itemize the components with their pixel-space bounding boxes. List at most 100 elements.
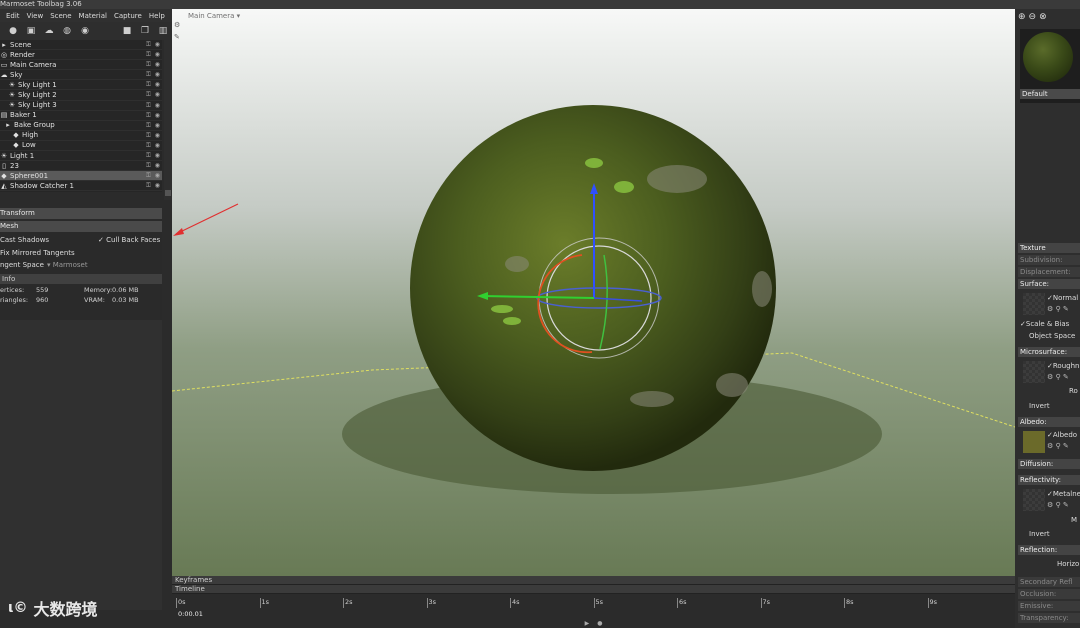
cast-shadows-checkbox[interactable]: Cast Shadows (0, 236, 49, 244)
eye-icon[interactable]: ◉ (155, 80, 160, 90)
lock-icon[interactable]: ⚿ (146, 90, 151, 100)
light-icon[interactable]: ● (4, 23, 22, 39)
normal-checkbox[interactable]: ✓Normal (1047, 294, 1080, 302)
metalness-checkbox[interactable]: ✓Metalne (1047, 490, 1080, 498)
scene-tree-item[interactable]: ☀ Sky Light 1 ⚿ ◉ (0, 80, 162, 91)
eye-icon[interactable]: ◉ (155, 70, 160, 80)
scene-tree-item[interactable]: ▸ Scene ⚿ ◉ (0, 40, 162, 51)
menu-view[interactable]: View (27, 12, 44, 20)
roughness-map-slot[interactable] (1023, 361, 1045, 383)
scene-tree-item[interactable]: ▯ 23 ⚿ ◉ (0, 161, 162, 172)
folder-icon[interactable]: ■ (118, 23, 136, 39)
outliner-scrollbar[interactable] (164, 40, 172, 200)
lock-icon[interactable]: ⚿ (146, 40, 151, 50)
play-icon[interactable]: ▶ (585, 620, 590, 627)
eye-icon[interactable]: ◉ (155, 141, 160, 151)
roughness-checkbox[interactable]: ✓Roughn (1047, 362, 1080, 370)
fix-mirrored-tangents-checkbox[interactable]: Fix Mirrored Tangents (0, 249, 75, 257)
scene-tree-item[interactable]: ◭ Shadow Catcher 1 ⚿ ◉ (0, 181, 162, 192)
pencil-icon[interactable]: ✎ (174, 33, 180, 41)
tangent-space-dropdown[interactable]: ▾ Marmoset (47, 261, 88, 269)
albedo-checkbox[interactable]: ✓Albedo (1047, 431, 1080, 439)
eye-icon[interactable]: ◉ (155, 40, 160, 50)
info-section[interactable]: Info (0, 273, 162, 284)
scene-tree-item[interactable]: ☁ Sky ⚿ ◉ (0, 70, 162, 81)
keyframes-header[interactable]: Keyframes (172, 576, 1015, 585)
eye-icon[interactable]: ◉ (155, 101, 160, 111)
normal-map-slot[interactable] (1023, 293, 1045, 315)
lock-icon[interactable]: ⚿ (146, 111, 151, 121)
lock-icon[interactable]: ⚿ (146, 121, 151, 131)
lock-icon[interactable]: ⚿ (146, 101, 151, 111)
add-material-icon[interactable]: ⊕ (1018, 12, 1026, 22)
scene-tree-item[interactable]: ☀ Light 1 ⚿ ◉ (0, 151, 162, 162)
scene-tree-item[interactable]: ▸ Bake Group ⚿ ◉ (0, 121, 162, 131)
mesh-section[interactable]: Mesh (0, 221, 162, 232)
eye-icon[interactable]: ◉ (155, 90, 160, 100)
transform-section[interactable]: Transform (0, 208, 162, 219)
reflection-dropdown[interactable]: Horizo (1057, 560, 1080, 568)
eye-icon[interactable]: ◉ (155, 131, 160, 141)
camera-selector[interactable]: Main Camera ▾ (188, 12, 240, 20)
timeline-header[interactable]: Timeline (172, 585, 1015, 594)
menu-scene[interactable]: Scene (50, 12, 71, 20)
menu-help[interactable]: Help (149, 12, 165, 20)
metalness-map-slot[interactable] (1023, 489, 1045, 511)
scale-bias-checkbox[interactable]: ✓Scale & Bias (1020, 320, 1080, 328)
occlusion-section[interactable]: Occlusion: (1018, 589, 1080, 599)
lock-icon[interactable]: ⚿ (146, 161, 151, 171)
lock-icon[interactable]: ⚿ (146, 70, 151, 80)
metalness-tools[interactable]: ⚙ ⚲ ✎ (1047, 501, 1080, 509)
material-preview[interactable]: Default (1020, 29, 1080, 103)
eye-icon[interactable]: ◉ (155, 111, 160, 121)
lock-icon[interactable]: ⚿ (146, 181, 151, 191)
scene-tree-item[interactable]: ◎ Render ⚿ ◉ (0, 50, 162, 61)
lock-icon[interactable]: ⚿ (146, 141, 151, 151)
copy-material-icon[interactable]: ⊖ (1029, 12, 1037, 22)
eye-icon[interactable]: ◉ (155, 161, 160, 171)
eye-icon[interactable]: ◉ (155, 181, 160, 191)
settings-icon[interactable]: ⚙ (174, 21, 180, 29)
scene-tree-item[interactable]: ▤ Baker 1 ⚿ ◉ (0, 111, 162, 121)
menu-material[interactable]: Material (79, 12, 107, 20)
lock-icon[interactable]: ⚿ (146, 80, 151, 90)
diffusion-section[interactable]: Diffusion: (1018, 459, 1080, 469)
scene-tree-item[interactable]: ☀ Sky Light 3 ⚿ ◉ (0, 101, 162, 111)
scene-tree-item[interactable]: ◆ High ⚿ ◉ (0, 131, 162, 141)
lock-icon[interactable]: ⚿ (146, 60, 151, 70)
surface-section[interactable]: Surface: (1018, 279, 1080, 289)
texture-section[interactable]: Texture (1018, 243, 1080, 253)
displacement-section[interactable]: Displacement: (1018, 267, 1080, 277)
invert-metalness-checkbox[interactable]: Invert (1029, 530, 1080, 538)
lock-icon[interactable]: ⚿ (146, 50, 151, 60)
invert-checkbox[interactable]: Invert (1029, 402, 1080, 410)
menu-edit[interactable]: Edit (6, 12, 20, 20)
menu-capture[interactable]: Capture (114, 12, 142, 20)
screen-icon[interactable]: ▣ (22, 23, 40, 39)
timeline-ruler[interactable]: 0s 1s 2s 3s 4s 5s 6s 7s 8s 9s (176, 598, 1011, 614)
lock-icon[interactable]: ⚿ (146, 171, 151, 181)
albedo-tools[interactable]: ⚙ ⚲ ✎ (1047, 442, 1080, 450)
texture-tools[interactable]: ⚙ ⚲ ✎ (1047, 305, 1080, 313)
sphere-icon[interactable]: ◉ (76, 23, 94, 39)
scene-tree-item[interactable]: ◆ Sphere001 ⚿ ◉ (0, 171, 162, 182)
eye-icon[interactable]: ◉ (155, 50, 160, 60)
eye-icon[interactable]: ◉ (155, 60, 160, 70)
microsurface-section[interactable]: Microsurface: (1018, 347, 1080, 357)
cull-back-faces-checkbox[interactable]: ✓ Cull Back Faces (98, 236, 160, 244)
eye-icon[interactable]: ◉ (155, 171, 160, 181)
lock-icon[interactable]: ⚿ (146, 151, 151, 161)
transparency-section[interactable]: Transparency: (1018, 613, 1080, 623)
duplicate-icon[interactable]: ❐ (136, 23, 154, 39)
sky-icon[interactable]: ☁ (40, 23, 58, 39)
albedo-section[interactable]: Albedo: (1018, 417, 1080, 427)
reflection-section[interactable]: Reflection: (1018, 545, 1080, 555)
scene-tree-item[interactable]: ▭ Main Camera ⚿ ◉ (0, 60, 162, 71)
eye-icon[interactable]: ◉ (155, 151, 160, 161)
lock-icon[interactable]: ⚿ (146, 131, 151, 141)
eye-icon[interactable]: ◉ (155, 121, 160, 131)
3d-viewport[interactable]: Main Camera ▾ ⚙ ✎ (172, 9, 1015, 576)
subdivision-section[interactable]: Subdivision: (1018, 255, 1080, 265)
emissive-section[interactable]: Emissive: (1018, 601, 1080, 611)
roughness-dropdown[interactable]: Ro (1069, 387, 1080, 395)
